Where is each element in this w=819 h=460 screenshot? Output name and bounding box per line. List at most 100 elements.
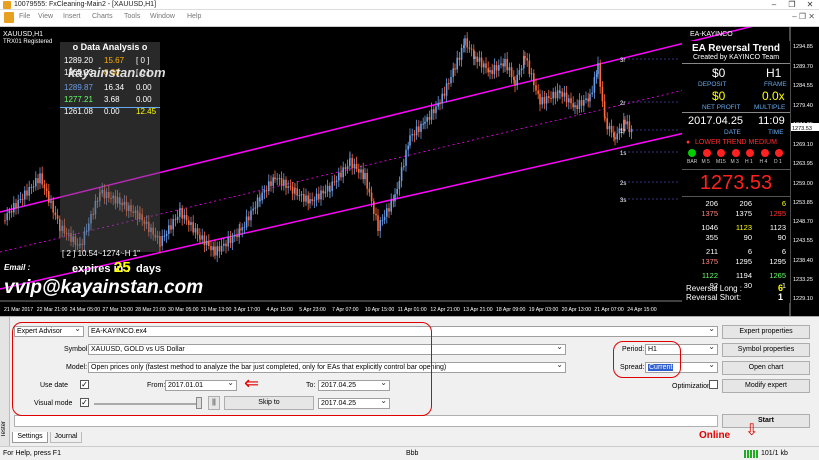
price-axis-label: 1253.85 — [793, 200, 813, 206]
data-analysis-row: 1289.87 16.34 0.00 — [64, 83, 159, 95]
candle-body — [199, 238, 201, 240]
candle-body — [491, 70, 493, 75]
candle-body — [495, 65, 498, 71]
start-button[interactable]: Start — [722, 414, 810, 428]
time-axis-label: 10 Apr 15:00 — [365, 307, 395, 313]
candle-body — [17, 200, 19, 208]
symbol-properties-button[interactable]: Symbol properties — [722, 343, 810, 357]
status-middle: Bbb — [406, 450, 419, 457]
pivot-level-label: 1r — [620, 129, 625, 135]
candle-body — [405, 149, 407, 166]
menu-item-window[interactable]: Window — [150, 13, 175, 20]
candle-body — [368, 188, 371, 193]
candle-body — [450, 76, 452, 84]
candle-body — [307, 195, 309, 204]
candle-body — [456, 57, 458, 70]
candle-body — [383, 216, 386, 221]
candle-body — [370, 192, 373, 202]
modify-expert-button[interactable]: Modify expert — [722, 379, 810, 393]
pivot-level-label: 3r — [620, 58, 625, 64]
reversal-trend-panel: EA Reversal Trend Created by KAYINCO Tea… — [682, 41, 790, 303]
data-analysis-count: 12.45 — [136, 107, 157, 116]
pivot-level-label: 2s — [620, 181, 626, 187]
candle-body — [196, 228, 199, 235]
candle-body — [468, 47, 471, 49]
candle-body — [320, 190, 322, 200]
menu-item-insert[interactable]: Insert — [63, 13, 81, 20]
candle-body — [604, 116, 606, 119]
candle-body — [576, 105, 578, 110]
pivot-level-label: 1s — [620, 151, 626, 157]
candle-body — [278, 178, 281, 180]
optimization-checkbox[interactable] — [709, 380, 718, 389]
candle-body — [201, 235, 203, 240]
candle-body — [291, 186, 294, 194]
candle-body — [351, 158, 353, 169]
tab-journal[interactable]: Journal — [50, 432, 82, 443]
candle-body — [311, 199, 313, 202]
stats-cell: 211 — [706, 247, 718, 256]
expert-properties-button[interactable]: Expert properties — [722, 325, 810, 339]
candle-body — [56, 215, 59, 219]
menu-item-charts[interactable]: Charts — [92, 13, 113, 20]
menu-item-file[interactable]: File — [19, 13, 30, 20]
trend-dot-icon — [760, 149, 769, 157]
tester-sidebar: Tester — [0, 317, 10, 447]
multiple-label: MULTIPLE — [754, 104, 786, 111]
candle-body — [435, 106, 437, 114]
price-chart[interactable]: 3r 2r 1r 1s 2s 3s 1294.85 1289.70 1284.55 1279.40… — [0, 27, 819, 316]
candle-body — [48, 190, 50, 203]
candle-body — [39, 173, 41, 184]
candle-body — [418, 126, 420, 132]
menu-item-view[interactable]: View — [38, 13, 53, 20]
candle-body — [480, 57, 483, 68]
candle-body — [35, 178, 37, 187]
candle-body — [474, 56, 476, 59]
trend-label: LOWER TREND MEDIUM — [695, 139, 777, 146]
candle-body — [506, 59, 508, 71]
candle-body — [254, 207, 257, 209]
candle-body — [559, 91, 561, 94]
open-chart-button[interactable]: Open chart — [722, 361, 810, 375]
reversal-long-label: Reversal Long : — [686, 284, 743, 293]
time-axis-label: 28 Mar 21:00 — [135, 307, 166, 313]
timeframe-label: H 4 — [759, 159, 768, 165]
candle-body — [428, 117, 431, 120]
minimize-icon[interactable]: – — [765, 0, 783, 10]
reversal-divider — [682, 63, 790, 64]
candle-body — [373, 201, 375, 214]
candle-body — [518, 70, 521, 75]
price-axis-label: 1279.40 — [793, 103, 813, 109]
candle-body — [485, 63, 487, 69]
candle-body — [294, 187, 296, 189]
close-icon[interactable]: ✕ — [801, 0, 819, 10]
candle-body — [205, 241, 208, 246]
candle-body — [360, 169, 362, 173]
menu-item-tools[interactable]: Tools — [124, 13, 140, 20]
restore-icon[interactable]: ❐ — [783, 0, 801, 10]
candle-body — [28, 187, 30, 196]
candle-body — [613, 132, 615, 137]
candle-body — [570, 98, 572, 104]
menu-window-controls-icon[interactable]: – ❐ ✕ — [792, 12, 815, 21]
current-price-axis-label: 1273.53 — [792, 126, 812, 132]
candle-body — [392, 200, 395, 202]
time-axis-label: 24 Mar 05:00 — [70, 307, 101, 313]
candle-body — [422, 123, 424, 125]
candle-body — [234, 235, 236, 237]
price-axis-label: 1229.10 — [793, 296, 813, 302]
tab-settings[interactable]: Settings — [12, 432, 48, 443]
stats-cell: 1194 — [735, 271, 752, 280]
price-axis-label: 1238.40 — [793, 258, 813, 264]
candle-body — [248, 216, 250, 221]
time-axis-label: 7 Apr 07:00 — [332, 307, 359, 313]
netprofit-label: NET PROFIT — [702, 104, 741, 111]
menu-item-help[interactable]: Help — [187, 13, 201, 20]
frame-label: FRAME — [764, 81, 787, 88]
candle-body — [26, 190, 28, 196]
bottom-bar-label: [ 2 ] 10.54~1274~H 1" — [62, 249, 141, 258]
candle-body — [212, 246, 214, 251]
candle-body — [10, 210, 13, 213]
chart-menu-icon[interactable] — [4, 12, 14, 23]
optimization-label: Optimization — [672, 383, 711, 390]
